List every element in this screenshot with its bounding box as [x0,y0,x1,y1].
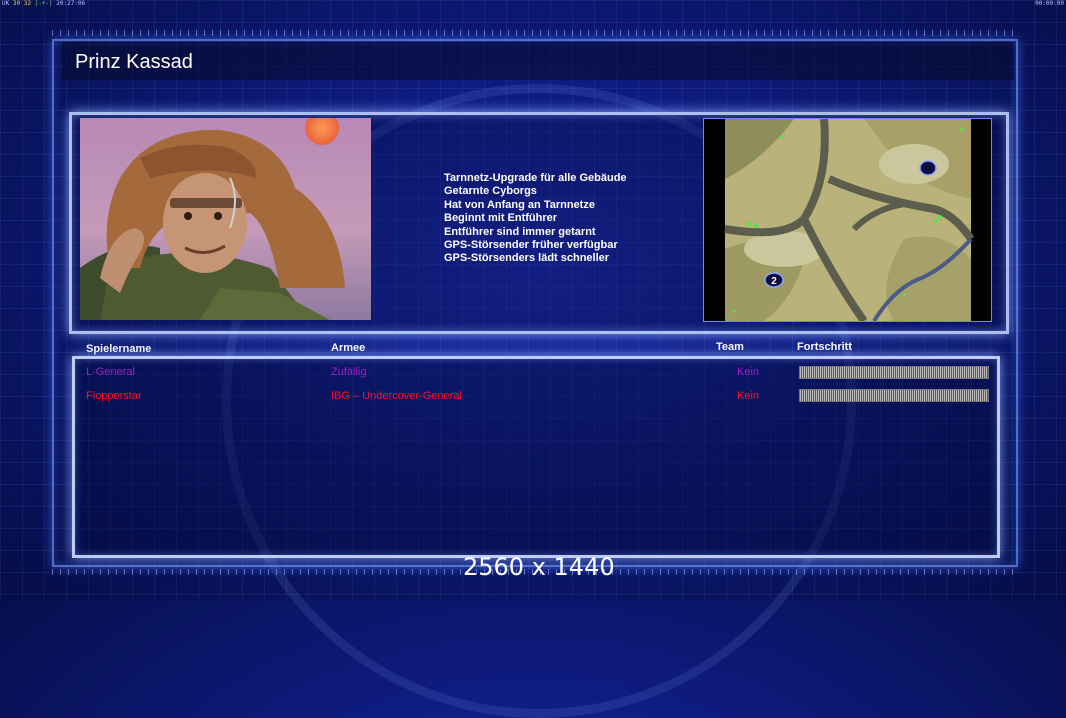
feature-item: Hat von Anfang an Tarnnetze [444,198,595,211]
general-portrait [80,118,371,320]
feature-item: GPS-Störsenders lädt schneller [444,252,610,265]
feature-item: Beginnt mit Entführer [444,212,558,225]
start-position-label: 2 [771,276,777,287]
status-bar: UK 30 32 |-+-| 20:27:06 00:00:00 [0,0,1066,8]
top-ruler [52,30,1014,36]
player-army: IBG – Undercover-General [331,390,462,402]
col-header-progress: Fortschritt [797,341,852,353]
player-team: Kein [737,390,760,402]
progress-bar [799,366,989,379]
feature-item: Tarnnetz-Upgrade für alle Gebäude [444,172,627,184]
status-right-clock: 00:00:00 [1035,0,1064,7]
player-list-panel [72,356,1000,558]
feature-item: Getarnte Cyborgs [444,185,537,198]
general-title: Prinz Kassad [75,51,193,73]
title-bar [62,42,1014,80]
status-left: UK 30 32 |-+-| 20:27:06 [2,0,86,7]
col-header-player: Spielername [86,343,152,355]
progress-bar [799,389,989,402]
player-army: Zufällig [331,366,367,378]
feature-item: Entführer sind immer getarnt [444,225,596,238]
player-name: L-General [86,366,135,378]
col-header-team: Team [716,341,744,353]
col-header-army: Armee [331,342,366,354]
feature-list: Tarnnetz-Upgrade für alle Gebäude Getarn… [444,172,627,266]
player-team: Kein [737,366,760,378]
start-position-marker[interactable] [919,160,937,176]
map-preview[interactable]: 2 [703,118,992,322]
player-name: Flopperstar [86,390,142,402]
feature-item: GPS-Störsender früher verfügbar [444,239,618,252]
resolution-label: 2560 x 1440 [463,553,615,581]
